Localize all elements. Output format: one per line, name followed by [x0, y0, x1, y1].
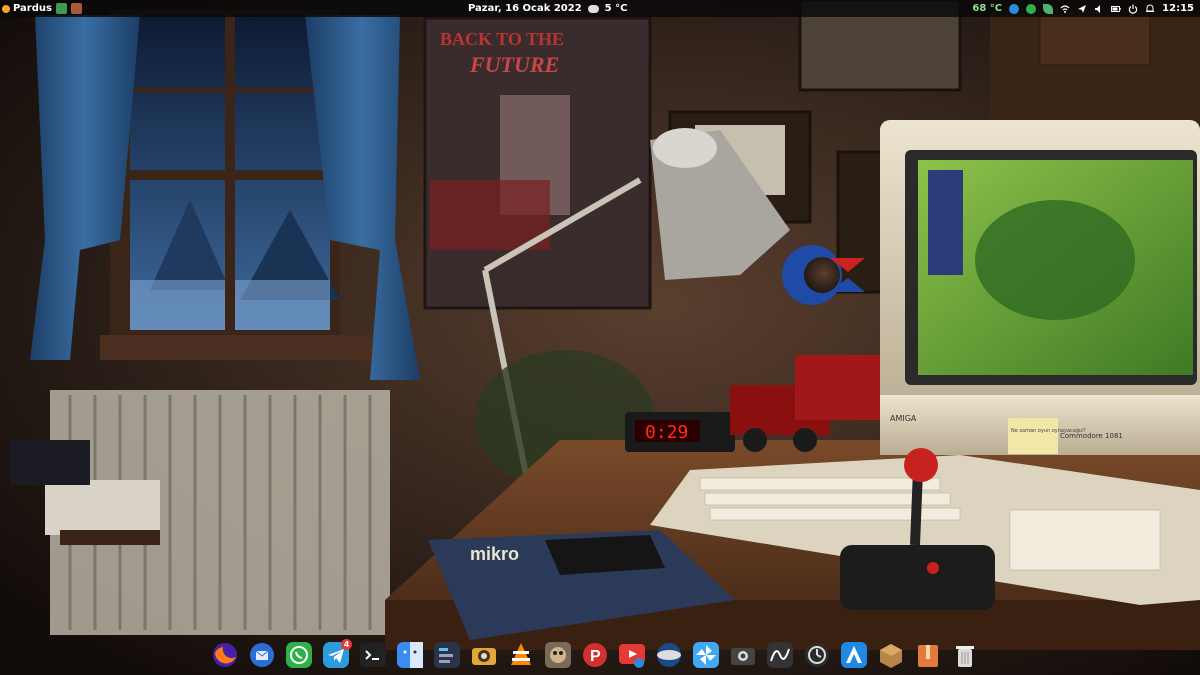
terminal-icon	[359, 643, 386, 667]
firefox-icon	[212, 643, 237, 667]
distro-label: Pardus	[13, 3, 52, 14]
dock-item-settings-panel[interactable]	[430, 639, 463, 672]
dock-item-camera[interactable]	[467, 639, 500, 672]
clock-time[interactable]: 12:15	[1162, 0, 1194, 17]
power-icon[interactable]	[1128, 4, 1138, 14]
curve-icon	[766, 642, 793, 668]
sticky-note-text: Ne zaman oyun oynayacağız?	[1011, 427, 1086, 434]
dock-item-vpn[interactable]	[652, 639, 685, 672]
app-tray-icon[interactable]	[70, 3, 82, 14]
telegram-tray-icon[interactable]	[1009, 3, 1020, 14]
dock-item-terminal[interactable]	[356, 639, 389, 672]
dock-item-finder[interactable]	[393, 639, 426, 672]
pinwheel-icon	[692, 642, 719, 668]
dock-item-app-store[interactable]	[837, 639, 870, 672]
monitor-brand-label: AMIGA	[890, 414, 917, 423]
clock-area[interactable]: Pazar, 16 Ocak 2022 5 °C	[468, 0, 627, 17]
dock-item-downloader[interactable]	[615, 639, 648, 672]
package-icon	[879, 644, 902, 668]
dock-item-screenshot[interactable]	[726, 639, 759, 672]
cpu-temp-label[interactable]: 68 °C	[972, 0, 1002, 17]
leaf-tray-icon[interactable]	[1043, 3, 1054, 14]
camera-icon	[471, 648, 496, 665]
send-icon[interactable]	[1077, 4, 1087, 14]
dock-item-curve[interactable]	[763, 639, 796, 672]
app-store-icon	[840, 642, 867, 668]
svg-text:BACK TO THE: BACK TO THE	[440, 29, 564, 49]
dock-item-trash[interactable]	[948, 639, 981, 672]
downloader-icon	[618, 644, 645, 668]
dock-item-package[interactable]	[874, 639, 907, 672]
settings-panel-icon	[433, 642, 460, 668]
telegram-unread-badge: 4	[341, 638, 352, 650]
trash-icon	[955, 646, 974, 667]
thunderbird-icon	[249, 643, 274, 667]
weather-temp: 5 °C	[604, 3, 628, 14]
vpn-icon	[656, 643, 681, 667]
dock-item-pardus-p[interactable]: P	[578, 639, 611, 672]
dock-item-whatsapp[interactable]	[282, 639, 315, 672]
dock-item-firefox[interactable]	[208, 639, 241, 672]
weather-cloud-icon	[587, 4, 599, 13]
activities-button[interactable]: Pardus	[2, 0, 52, 17]
vlc-icon	[510, 643, 531, 665]
pardus-p-icon: P	[582, 643, 607, 667]
dock-item-archive[interactable]	[911, 639, 944, 672]
dock-item-vlc[interactable]	[504, 639, 537, 672]
dock-item-thunderbird[interactable]	[245, 639, 278, 672]
alarm-clock-display: 0:29	[645, 422, 688, 443]
wifi-icon[interactable]	[1060, 4, 1070, 14]
svg-text:FUTURE: FUTURE	[469, 52, 559, 77]
dock-item-gimp[interactable]	[541, 639, 574, 672]
timeshift-icon	[804, 643, 829, 667]
dock-item-telegram[interactable]: 4	[319, 638, 352, 672]
date-label: Pazar, 16 Ocak 2022	[468, 3, 582, 14]
whatsapp-tray-icon[interactable]	[55, 3, 67, 14]
archive-icon	[917, 645, 938, 667]
notification-bell-icon[interactable]	[1145, 4, 1155, 14]
finder-icon	[396, 642, 423, 668]
dock: 4 P	[204, 636, 1004, 674]
whatsapp-tray-icon[interactable]	[1026, 3, 1037, 14]
gimp-icon	[544, 642, 571, 668]
magazine-title: mikro	[470, 544, 519, 564]
screenshot-icon	[730, 648, 755, 665]
desktop-wallpaper: BACK TO THE FUTURE 0:29 AMIGA Commodore …	[0, 0, 1200, 675]
volume-icon[interactable]	[1094, 4, 1104, 14]
svg-text:P: P	[590, 648, 601, 665]
dock-item-pinwheel[interactable]	[689, 639, 722, 672]
dock-item-timeshift[interactable]	[800, 639, 833, 672]
pardus-logo-icon	[2, 4, 10, 13]
battery-icon[interactable]	[1111, 4, 1121, 14]
whatsapp-icon	[285, 642, 312, 668]
top-panel: Pardus Pazar, 16 Ocak 2022 5 °C 68 °C 12…	[0, 0, 1200, 17]
